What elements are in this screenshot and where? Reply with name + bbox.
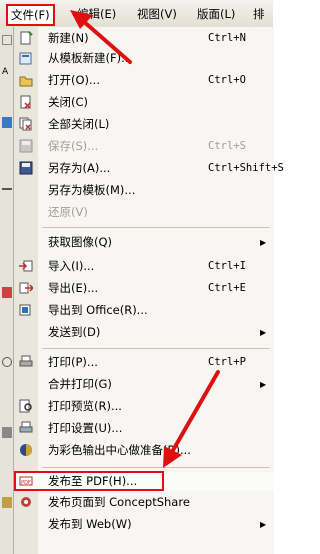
- menu-item-open[interactable]: 打开(O)... Ctrl+O: [14, 71, 274, 90]
- menu-item-import[interactable]: 导入(I)... Ctrl+I: [14, 257, 274, 276]
- menu-item-close[interactable]: 关闭(C): [14, 93, 274, 112]
- menu-item-label: 打开(O)...: [48, 73, 100, 87]
- menu-view-key: (V): [160, 7, 177, 21]
- menu-item-shortcut: Ctrl+I: [208, 260, 246, 272]
- menu-arrange[interactable]: 排: [253, 6, 265, 22]
- menu-item-print-setup[interactable]: 打印设置(U)...: [14, 419, 274, 438]
- menu-separator: [42, 348, 270, 349]
- menu-item-new[interactable]: 新建(N) Ctrl+N: [14, 29, 274, 48]
- menu-item-save-as-template[interactable]: 另存为模板(M)...: [14, 181, 274, 200]
- pdf-highlight-box: [14, 471, 164, 491]
- menu-layout-key: (L): [220, 7, 236, 21]
- menu-item-shortcut: Ctrl+E: [208, 282, 246, 294]
- menu-item-label: 打印(P)...: [48, 355, 98, 369]
- menu-item-label: 新建(N): [48, 31, 89, 45]
- menu-item-label: 关闭(C): [48, 95, 89, 109]
- menu-file[interactable]: 文件(F): [6, 4, 55, 26]
- tool-pick-icon[interactable]: [2, 35, 12, 45]
- menu-item-publish-conceptshare[interactable]: 发布页面到 ConceptShare: [14, 493, 274, 512]
- print-icon: [18, 355, 33, 369]
- tool-shape-icon[interactable]: [2, 287, 12, 298]
- menu-item-send-to[interactable]: 发送到(D) ▶: [14, 323, 274, 342]
- save-icon: [18, 139, 33, 153]
- menu-item-print-preview[interactable]: 打印预览(R)...: [14, 397, 274, 416]
- menu-item-save-as[interactable]: 另存为(A)... Ctrl+Shift+S: [14, 159, 284, 178]
- menu-item-label: 合并打印(G): [48, 377, 112, 391]
- submenu-arrow-icon: ▶: [260, 380, 267, 389]
- menu-item-label: 导出到 Office(R)...: [48, 303, 148, 317]
- menu-item-shortcut: Ctrl+S: [208, 140, 246, 152]
- submenu-arrow-icon: ▶: [260, 238, 267, 247]
- menu-item-shortcut: Ctrl+P: [208, 356, 246, 368]
- close-all-icon: [18, 117, 33, 131]
- menu-item-merge-print[interactable]: 合并打印(G) ▶: [14, 375, 274, 394]
- menu-view[interactable]: 视图(V): [137, 6, 177, 22]
- submenu-arrow-icon: ▶: [260, 520, 267, 529]
- tool-text-icon[interactable]: A: [2, 67, 12, 78]
- save-template-icon: [18, 183, 33, 197]
- menu-separator: [42, 467, 270, 468]
- menu-item-shortcut: Ctrl+Shift+S: [208, 162, 284, 174]
- close-doc-icon: [18, 95, 33, 109]
- menu-item-label: 发布到 Web(W): [48, 517, 132, 531]
- menu-layout[interactable]: 版面(L): [197, 6, 235, 22]
- menu-item-save[interactable]: 保存(S)... Ctrl+S: [14, 137, 274, 156]
- menu-item-label: 全部关闭(L): [48, 117, 110, 131]
- menu-item-label: 另存为(A)...: [48, 161, 111, 175]
- menu-item-label: 导入(I)...: [48, 259, 95, 273]
- menu-item-export[interactable]: 导出(E)... Ctrl+E: [14, 279, 274, 298]
- menu-item-label: 发送到(D): [48, 325, 101, 339]
- menu-item-label: 另存为模板(M)...: [48, 183, 136, 197]
- menu-item-revert[interactable]: 还原(V): [14, 203, 274, 222]
- revert-icon: [18, 205, 33, 219]
- menu-item-shortcut: Ctrl+O: [208, 74, 246, 86]
- menu-item-export-to-office[interactable]: 导出到 Office(R)...: [14, 301, 274, 320]
- menu-layout-label: 版面: [197, 7, 220, 21]
- tool-fill-icon[interactable]: [2, 117, 12, 128]
- menu-item-label: 从模板新建(F)...: [48, 51, 133, 65]
- tool-color-icon[interactable]: [2, 497, 12, 508]
- menu-item-label: 打印预览(R)...: [48, 399, 122, 413]
- menu-separator: [42, 227, 270, 228]
- menu-bar: 文件(F) 编辑(E) 视图(V) 版面(L) 排: [0, 0, 273, 28]
- menu-item-label: 导出(E)...: [48, 281, 99, 295]
- export-icon: [18, 281, 34, 295]
- menu-item-shortcut: Ctrl+N: [208, 32, 246, 44]
- menu-edit-key: (E): [100, 7, 117, 21]
- menu-edit-label: 编辑: [77, 7, 100, 21]
- print-setup-icon: [18, 421, 33, 435]
- menu-file-label: 文件: [11, 8, 34, 22]
- menu-item-close-all[interactable]: 全部关闭(L): [14, 115, 274, 134]
- print-preview-icon: [18, 399, 33, 413]
- tool-ellipse-icon[interactable]: [2, 357, 12, 367]
- menu-view-label: 视图: [137, 7, 160, 21]
- new-document-icon: [18, 31, 33, 45]
- menu-item-label: 打印设置(U)...: [48, 421, 123, 435]
- conceptshare-icon: [18, 495, 33, 509]
- export-office-icon: [18, 303, 33, 317]
- menu-item-label: 获取图像(Q): [48, 235, 113, 249]
- tool-line-icon[interactable]: [2, 177, 12, 190]
- menu-item-label: 发布页面到 ConceptShare: [48, 495, 190, 509]
- menu-edit[interactable]: 编辑(E): [77, 6, 116, 22]
- menu-item-prepare-color-output[interactable]: 为彩色输出中心做准备(R)...: [14, 441, 274, 460]
- menu-file-key: (F): [34, 8, 50, 22]
- menu-item-acquire-image[interactable]: 获取图像(Q) ▶: [14, 233, 274, 252]
- tool-zoom-icon[interactable]: [2, 427, 12, 438]
- color-output-icon: [18, 443, 33, 457]
- menu-item-label: 保存(S)...: [48, 139, 99, 153]
- menu-item-label: 为彩色输出中心做准备(R)...: [48, 443, 191, 457]
- menu-item-label: 还原(V): [48, 205, 88, 219]
- save-as-icon: [18, 161, 33, 175]
- menu-item-print[interactable]: 打印(P)... Ctrl+P: [14, 353, 274, 372]
- open-folder-icon: [18, 73, 33, 87]
- menu-item-publish-web[interactable]: 发布到 Web(W) ▶: [14, 515, 274, 534]
- template-icon: [18, 51, 33, 65]
- menu-item-new-from-template[interactable]: 从模板新建(F)...: [14, 49, 274, 68]
- submenu-arrow-icon: ▶: [260, 328, 267, 337]
- menu-arrange-label: 排: [253, 7, 265, 21]
- import-icon: [18, 259, 33, 273]
